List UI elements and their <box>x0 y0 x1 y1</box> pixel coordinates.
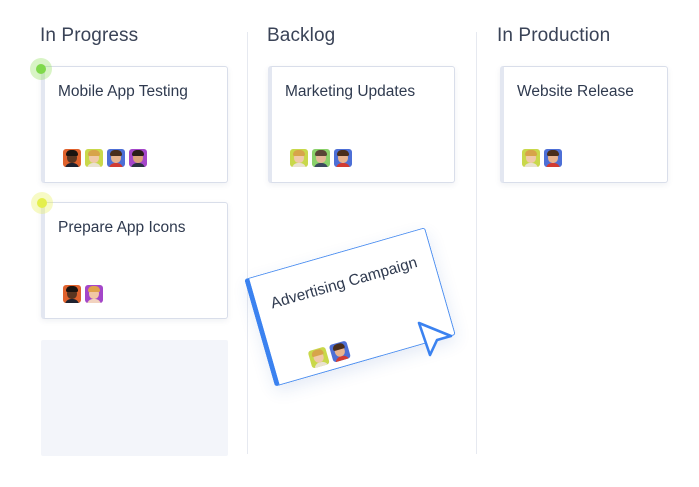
task-card-marketing-updates[interactable]: Marketing Updates <box>268 66 455 183</box>
user-avatar-icon <box>63 149 81 167</box>
user-avatar-icon <box>334 149 352 167</box>
user-avatar-icon <box>522 149 540 167</box>
card-title: Advertising Campaign <box>268 254 420 313</box>
task-card-mobile-app-testing[interactable]: Mobile App Testing <box>41 66 228 183</box>
assignee-avatars <box>522 149 562 167</box>
task-card-prepare-app-icons[interactable]: Prepare App Icons <box>41 202 228 319</box>
mouse-pointer-icon <box>417 321 453 357</box>
column-divider <box>476 32 477 454</box>
card-title: Marketing Updates <box>285 83 416 100</box>
card-title: Prepare App Icons <box>58 219 186 236</box>
task-card-website-release[interactable]: Website Release <box>500 66 668 183</box>
assignee-avatars <box>63 285 103 303</box>
column-title-in-production: In Production <box>497 25 611 46</box>
user-avatar-icon <box>307 346 330 369</box>
status-indicator-pending <box>37 198 47 208</box>
user-avatar-icon <box>328 340 352 363</box>
task-card-advertising-campaign-dragging[interactable]: Advertising Campaign <box>244 227 456 387</box>
column-divider <box>247 32 248 454</box>
user-avatar-icon <box>544 149 562 167</box>
assignee-avatars <box>307 340 352 369</box>
user-avatar-icon <box>129 149 147 167</box>
column-title-backlog: Backlog <box>267 25 336 46</box>
user-avatar-icon <box>290 149 308 167</box>
card-title: Website Release <box>517 83 634 100</box>
column-title-in-progress: In Progress <box>40 25 139 46</box>
user-avatar-icon <box>312 149 330 167</box>
assignee-avatars <box>290 149 352 167</box>
user-avatar-icon <box>107 149 125 167</box>
user-avatar-icon <box>85 149 103 167</box>
assignee-avatars <box>63 149 147 167</box>
status-indicator-active <box>36 64 46 74</box>
user-avatar-icon <box>85 285 103 303</box>
card-title: Mobile App Testing <box>58 83 188 100</box>
drop-zone-placeholder[interactable] <box>41 340 228 456</box>
user-avatar-icon <box>63 285 81 303</box>
